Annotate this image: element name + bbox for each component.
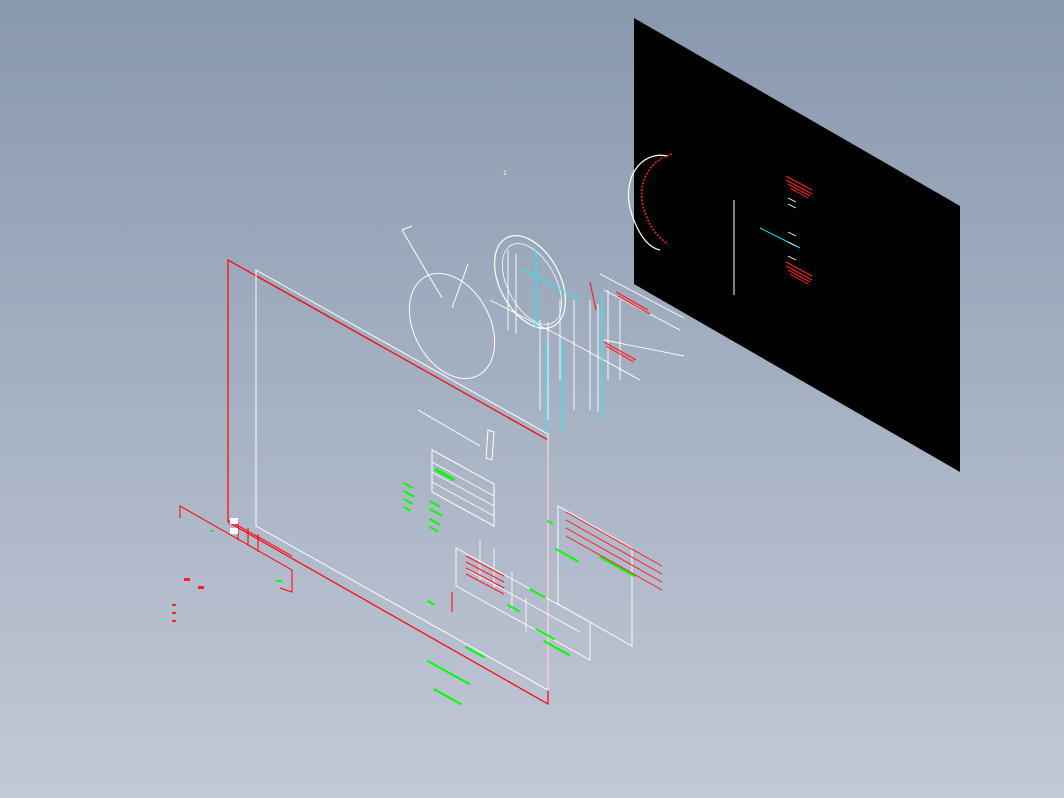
left-annotations (172, 518, 282, 622)
isometric-drawing-scene: 1 (172, 18, 960, 706)
title-block (427, 540, 591, 706)
side-title-block (547, 505, 663, 647)
sheet-rule (417, 409, 481, 447)
small-part-detail (485, 429, 495, 461)
black-backdrop-panel (634, 18, 960, 472)
drawing-sheet-border (227, 258, 549, 706)
cad-3d-viewport[interactable]: 1 (0, 0, 1064, 798)
marker-label: 1 (503, 170, 507, 177)
ellipse-part (401, 225, 496, 380)
drawing-inner-frame (255, 269, 549, 691)
parts-table (403, 449, 495, 533)
